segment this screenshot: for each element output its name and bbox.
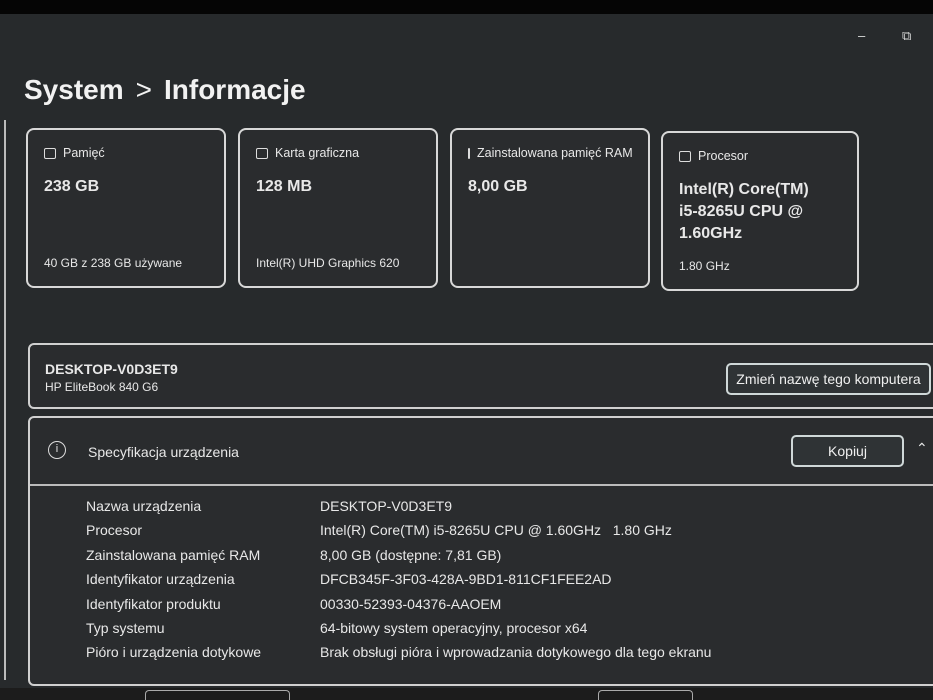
spec-row: Procesor Intel(R) Core(TM) i5-8265U CPU @… xyxy=(86,518,711,542)
processor-card[interactable]: Procesor Intel(R) Core(TM) i5-8265U CPU … xyxy=(661,131,859,291)
restore-button[interactable]: ⧉ xyxy=(902,28,911,44)
device-name: DESKTOP-V0D3ET9 xyxy=(45,361,178,377)
spec-value: DFCB345F-3F03-428A-9BD1-811CF1FEE2AD xyxy=(320,571,612,588)
spec-row: Identyfikator urządzenia DFCB345F-3F03-42… xyxy=(86,567,711,591)
spec-row: Identyfikator produktu 00330-52393-04376-… xyxy=(86,592,711,616)
page-title: Informacje xyxy=(163,74,306,105)
taskbar-app-active[interactable] xyxy=(598,690,693,700)
spec-key: Zainstalowana pamięć RAM xyxy=(86,546,261,563)
storage-card[interactable]: Pamięć 238 GB 40 GB z 238 GB używane xyxy=(26,128,226,288)
divider xyxy=(30,484,933,486)
spec-key: Typ systemu xyxy=(86,620,165,637)
card-label: Zainstalowana pamięć RAM xyxy=(477,146,633,160)
spec-value: Brak obsługi pióra i wprowadzania dotyko… xyxy=(320,644,712,661)
spec-key: Procesor xyxy=(86,522,143,539)
spec-key: Identyfikator produktu xyxy=(86,595,221,612)
screen-bezel xyxy=(0,0,933,14)
spec-value: 64-bitowy system operacyjny, procesor x6… xyxy=(320,620,588,637)
spec-list: Nazwa urządzenia DESKTOP-V0D3ET9 Procesor… xyxy=(86,494,711,665)
card-value: Intel(R) Core(TM) i5-8265U CPU @ 1.60GHz xyxy=(679,181,809,242)
chevron-up-icon[interactable]: ⌃ xyxy=(916,440,928,457)
rename-pc-button[interactable]: Zmień nazwę tego komputera xyxy=(726,363,931,395)
device-model: HP EliteBook 840 G6 xyxy=(45,380,159,394)
spec-key: Nazwa urządzenia xyxy=(86,498,202,514)
spec-value: 8,00 GB (dostępne: 7,81 GB) xyxy=(320,546,502,563)
spec-row: Pióro i urządzenia dotykowe Brak obsługi … xyxy=(86,640,711,664)
gpu-card[interactable]: Karta graficzna 128 MB Intel(R) UHD Grap… xyxy=(238,128,438,288)
breadcrumb-separator: > xyxy=(135,74,152,105)
spec-row: Zainstalowana pamięć RAM 8,00 GB (dostępn… xyxy=(86,543,711,567)
copy-button[interactable]: Kopiuj xyxy=(791,435,904,467)
spec-value: DESKTOP-V0D3ET9 xyxy=(320,498,453,514)
ram-icon xyxy=(468,147,470,159)
spec-row: Typ systemu 64-bitowy system operacyjny, … xyxy=(86,616,711,640)
card-value: 8,00 GB xyxy=(468,178,528,195)
minimize-button[interactable]: – xyxy=(858,28,865,43)
breadcrumb: System > Informacje xyxy=(24,74,306,106)
processor-icon xyxy=(679,150,691,162)
card-sub: 1.80 GHz xyxy=(679,259,730,273)
card-value: 238 GB xyxy=(44,178,100,195)
card-label: Karta graficzna xyxy=(275,146,360,160)
nav-pane-edge xyxy=(4,120,6,680)
card-label: Procesor xyxy=(698,149,749,163)
spec-value: Intel(R) Core(TM) i5-8265U CPU @ 1.60GHz… xyxy=(320,522,672,539)
spec-title: Specyfikacja urządzenia xyxy=(88,444,239,460)
card-value: 128 MB xyxy=(256,178,313,195)
ram-card[interactable]: Zainstalowana pamięć RAM 8,00 GB xyxy=(450,128,650,288)
card-sub: 40 GB z 238 GB używane xyxy=(44,256,183,270)
spec-key: Pióro i urządzenia dotykowe xyxy=(86,644,262,661)
card-label: Pamięć xyxy=(63,146,105,160)
card-sub: Intel(R) UHD Graphics 620 xyxy=(256,256,400,270)
info-icon: i xyxy=(48,441,66,459)
spec-row: Nazwa urządzenia DESKTOP-V0D3ET9 xyxy=(86,494,711,518)
gpu-icon xyxy=(256,147,268,159)
breadcrumb-system[interactable]: System xyxy=(24,74,124,105)
taskbar xyxy=(0,688,933,700)
spec-key: Identyfikator urządzenia xyxy=(86,571,235,588)
spec-value: 00330-52393-04376-AAOEM xyxy=(320,595,502,612)
taskbar-search[interactable] xyxy=(145,690,290,700)
storage-icon xyxy=(44,147,56,159)
